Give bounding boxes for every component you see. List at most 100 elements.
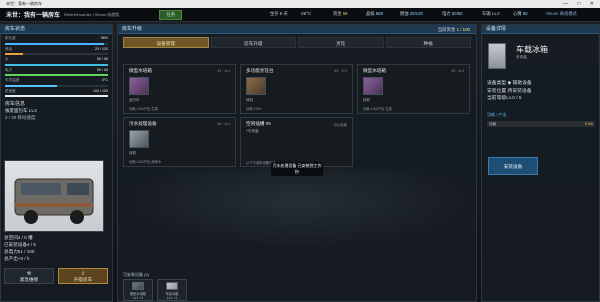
device-card-effect: 功耗 1.6/h产出 生菜 [363, 107, 392, 111]
mission-button[interactable]: 任务 [159, 9, 183, 20]
background-scene [118, 169, 478, 249]
device-card-title: 多功能烹饪台 [246, 68, 274, 73]
status-bar-fill [5, 42, 104, 45]
installable-device-chip[interactable]: 车载冰箱 Lv.1 ×1 [157, 279, 187, 301]
status-bar-track [5, 74, 108, 76]
device-card[interactable]: 空闲插槽 #5 可以安装 +可安装 从下方选择设备安装 [240, 117, 353, 167]
status-bar-track [5, 42, 108, 45]
power-usage-value: 0.0/h [585, 122, 593, 126]
install-device-button[interactable]: 安装设备 [488, 157, 538, 175]
parts-stat: 晶核 889 [366, 11, 383, 17]
budget-label: 当前资金 [437, 27, 456, 32]
device-card-title: 微型水培箱 [129, 68, 152, 73]
upgrade-tabs: 设备管理 房车升级 烹饪 种植 [123, 37, 471, 48]
status-bar-fill [5, 53, 23, 55]
device-card-slot: 可以安装 [333, 123, 347, 127]
rv-info-title: 房车信息 [5, 101, 26, 107]
installable-label: 可安装设备 (2) [123, 272, 149, 277]
fuel-stat: 燃油 20/120 [400, 11, 423, 17]
tab-device-management[interactable]: 设备管理 [123, 37, 209, 48]
window-controls[interactable]: — □ ✕ [563, 0, 598, 8]
device-card-slot: #1 · 1×1 [217, 69, 230, 73]
device-card-icon [246, 77, 266, 95]
mood-value: 80 [522, 11, 528, 16]
tab-planting[interactable]: 种植 [385, 37, 471, 48]
status-bar-fill [5, 84, 57, 87]
status-bar-track [5, 63, 108, 66]
device-name: 车载冰箱 [516, 45, 548, 54]
rv-model: 报废面包车 Lv.2 [5, 108, 37, 113]
device-card[interactable]: 微型水培箱 #3 · 1×1 待机功耗 1.6/h产出 生菜 [357, 64, 470, 114]
device-card-slot: #2 · 1×1 [334, 69, 347, 73]
mood-stat: 心情 80 [513, 11, 528, 17]
device-type: 设备类型 ◆ 辅助设备 [487, 81, 532, 86]
tab-rv-upgrade[interactable]: 房车升级 [210, 37, 296, 48]
device-card-effect: 功耗 0.8/h产出 纯净水 [129, 160, 162, 164]
status-bar-value: 100 / 100 [93, 88, 108, 93]
mood-label: 心情 [513, 11, 522, 16]
slot-used: 已安装设备4 / 5 [4, 242, 36, 247]
rv-status-bars: 耐久度 96% 燃油 20 / 120 水 50 / 50 电力 50 / 50 车内温度 0°C… [1, 36, 112, 97]
car-value: Lv.2 [491, 11, 500, 16]
budget-value: 1 / 100 [456, 27, 470, 32]
temperature-readout: -26°C [300, 11, 312, 16]
device-detail-header: 设备详情 [482, 25, 599, 34]
installable-device-chip[interactable]: 微型水培箱 Lv.1 ×1 [123, 279, 153, 301]
rv-upgrade-header: 房车升级 当前资金 1 / 100 [118, 25, 476, 34]
user-label: RebirthHoarder | Steam 成就版 [64, 11, 120, 17]
status-bar-value: 96% [100, 36, 108, 40]
slot-total: 总空间4 / 5 槽 [4, 235, 33, 240]
power-total: 总电力51 / 100 [4, 249, 35, 254]
device-level: 当前等级Lv.0 / 5 [487, 96, 522, 101]
power-value: 50/50 [451, 11, 463, 16]
status-bar-fill [5, 74, 108, 76]
steam-status: Steam 离线模式 [546, 11, 577, 16]
tab-cooking[interactable]: 烹饪 [298, 37, 384, 48]
device-card[interactable]: 微型水培箱 #1 · 1×1 运行中 功耗 1.6/h产出 生菜 [123, 64, 236, 114]
status-bar-track [5, 53, 108, 55]
status-bar-track [5, 84, 108, 87]
status-bar-row: 车内温度 0°C [5, 78, 108, 87]
status-bar-label: 车内温度 [5, 78, 20, 82]
status-bar-label: 舒适度 [5, 88, 16, 93]
installable-devices: 微型水培箱 Lv.1 ×1 车载冰箱 Lv.1 ×1 [123, 279, 187, 301]
device-card-state: 待机 [129, 151, 136, 155]
status-bar-value: 50 / 50 [97, 67, 108, 72]
gold-value: 58 [342, 11, 348, 16]
device-card-title: 微型水培箱 [363, 68, 386, 73]
device-card[interactable]: 多功能烹饪台 #2 · 1×1 待机功耗 0.5/h [240, 64, 353, 114]
status-bar-track [5, 95, 108, 97]
upgrade-rv-button[interactable]: ⇧ 升级房车 [58, 268, 108, 284]
device-card-title: 空闲插槽 #5 [246, 121, 271, 126]
device-card-state: 待机 [363, 98, 370, 102]
device-card-state: +可安装 [246, 129, 259, 133]
repair-label: 紧急维修 [19, 277, 39, 282]
chip-count: Lv.1 ×1 [132, 296, 144, 300]
device-card[interactable]: 污水处理设备 #4 · 1×1 待机 功耗 0.8/h产出 纯净水 [123, 117, 236, 167]
gold-label: 资金 [333, 11, 342, 16]
hydroponic-icon [132, 282, 144, 290]
upgrade-label: 升级房车 [73, 277, 93, 282]
status-bar-row: 电力 50 / 50 [5, 67, 108, 76]
car-stat: 车辆 Lv.2 [482, 11, 500, 17]
emergency-repair-button[interactable]: ⚒ 紧急维修 [4, 268, 54, 284]
budget-readout: 当前资金 1 / 100 [438, 26, 470, 33]
device-card-slot: #3 · 1×1 [451, 69, 464, 73]
device-status: 未安装 [516, 55, 527, 59]
rv-capacity-stats: 总空间4 / 5 槽 已安装设备4 / 5 总电力51 / 100 总产出+0 … [4, 234, 36, 262]
day-counter: 生存 8 天 [270, 11, 288, 16]
status-bar-label: 耐久度 [5, 36, 16, 40]
window-titlebar: 末世：我有一辆房车 — □ ✕ [0, 0, 600, 8]
device-location: 安装位置 待安装设备 [487, 88, 532, 94]
status-bar-row: 燃油 20 / 120 [5, 47, 108, 55]
power-output-tag: 功耗 / 产出 [487, 112, 507, 117]
gold-stat: 资金 58 [333, 11, 348, 17]
device-detail-panel: 设备详情 车载冰箱 未安装 设备类型 ◆ 辅助设备 安装位置 待安装设备 当前等… [481, 24, 600, 302]
game-title: 末世：我有一辆房车 [6, 13, 61, 19]
device-card-title: 污水处理设备 [129, 121, 157, 126]
status-bar-label: 电力 [5, 67, 13, 72]
status-bar-row: 耐久度 96% [5, 36, 108, 45]
device-card-effect: 功耗 0.5/h [246, 107, 261, 111]
fridge-icon [488, 43, 506, 69]
device-card-state: 待机 [246, 98, 253, 102]
